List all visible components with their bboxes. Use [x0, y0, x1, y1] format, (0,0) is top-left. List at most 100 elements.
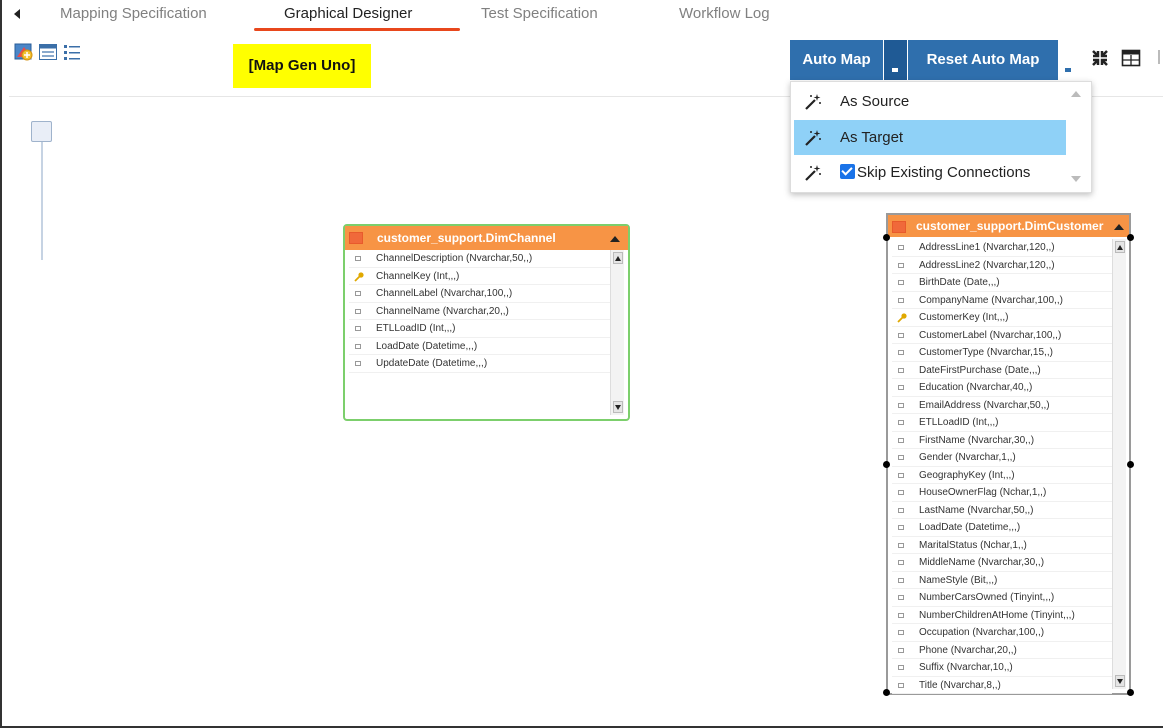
- table-column-row[interactable]: ChannelName (Nvarchar,20,,): [349, 303, 611, 320]
- column-icon: [898, 560, 904, 565]
- fit-to-screen-icon[interactable]: [1090, 48, 1110, 68]
- table-column-row[interactable]: AddressLine1 (Nvarchar,120,,): [892, 239, 1112, 257]
- table-column-row[interactable]: BirthDate (Date,,,): [892, 274, 1112, 292]
- table-name: customer_support.DimCustomer: [916, 219, 1104, 233]
- column-icon: [898, 472, 904, 478]
- reset-auto-map-button[interactable]: Reset Auto Map: [908, 40, 1058, 80]
- table-dimchannel[interactable]: customer_support.DimChannel ChannelDescr…: [343, 224, 630, 421]
- table-column-row[interactable]: Phone (Nvarchar,20,,): [892, 642, 1112, 659]
- table-column-row[interactable]: LastName (Nvarchar,50,,): [892, 502, 1112, 519]
- tab-graphical-designer[interactable]: Graphical Designer: [284, 5, 412, 22]
- table-scrollbar[interactable]: [610, 250, 624, 415]
- magic-wand-icon: [805, 165, 821, 181]
- table-column-row[interactable]: DateFirstPurchase (Date,,,): [892, 362, 1112, 379]
- scroll-down-icon[interactable]: [1115, 675, 1125, 687]
- menu-scroll-up-icon[interactable]: [1071, 91, 1081, 97]
- toolbar-separator: [1158, 50, 1160, 64]
- table-header[interactable]: customer_support.DimCustomer: [888, 215, 1129, 237]
- table-column-row[interactable]: LoadDate (Datetime,,,): [892, 519, 1112, 537]
- collapse-icon[interactable]: [1114, 224, 1124, 230]
- menu-item-as-source[interactable]: As Source: [794, 84, 1066, 119]
- resize-handle[interactable]: [883, 461, 890, 468]
- form-icon[interactable]: [38, 42, 58, 62]
- table-column-row[interactable]: Occupation (Nvarchar,100,,): [892, 624, 1112, 642]
- column-label: Phone (Nvarchar,20,,): [919, 644, 1017, 656]
- column-label: BirthDate (Date,,,): [919, 277, 1000, 288]
- resize-handle[interactable]: [883, 234, 890, 241]
- column-list: AddressLine1 (Nvarchar,120,,) AddressLine…: [892, 239, 1112, 694]
- table-column-row[interactable]: EmailAddress (Nvarchar,50,,): [892, 397, 1112, 414]
- table-column-row[interactable]: ChannelDescription (Nvarchar,50,,): [349, 250, 611, 268]
- column-label: NumberChildrenAtHome (Tinyint,,,): [919, 609, 1075, 621]
- column-label: CustomerType (Nvarchar,15,,): [919, 347, 1053, 358]
- resize-handle[interactable]: [883, 689, 890, 696]
- column-icon: [355, 308, 361, 314]
- table-column-row[interactable]: Title (Nvarchar,8,,): [892, 677, 1112, 694]
- column-label: Education (Nvarchar,40,,): [919, 382, 1033, 393]
- table-column-row[interactable]: NameStyle (Bit,,,): [892, 572, 1112, 589]
- menu-item-as-target[interactable]: As Target: [794, 120, 1066, 155]
- column-icon: [898, 420, 904, 425]
- scroll-up-icon[interactable]: [1115, 241, 1125, 253]
- table-column-row[interactable]: CompanyName (Nvarchar,100,,): [892, 292, 1112, 309]
- tab-mapping-specification[interactable]: Mapping Specification: [60, 5, 207, 22]
- table-column-row[interactable]: GeographyKey (Int,,,): [892, 467, 1112, 484]
- table-column-row[interactable]: AddressLine2 (Nvarchar,120,,): [892, 257, 1112, 274]
- column-icon: [898, 455, 904, 460]
- table-column-row[interactable]: UpdateDate (Datetime,,,): [349, 355, 611, 373]
- primary-key-icon: [897, 313, 907, 323]
- scroll-left-arrow-icon[interactable]: [14, 9, 20, 19]
- table-column-row[interactable]: ChannelKey (Int,,,): [349, 268, 611, 285]
- resize-handle[interactable]: [1127, 689, 1134, 696]
- resize-handle[interactable]: [1127, 234, 1134, 241]
- reset-auto-map-dropdown-toggle[interactable]: [1058, 40, 1079, 80]
- resize-handle[interactable]: [1127, 461, 1134, 468]
- menu-scroll-down-icon[interactable]: [1071, 176, 1081, 182]
- table-column-row[interactable]: MiddleName (Nvarchar,30,,): [892, 554, 1112, 572]
- zoom-slider-thumb[interactable]: [31, 121, 52, 142]
- column-icon: [898, 525, 904, 530]
- menu-item-skip-existing-connections[interactable]: Skip Existing Connections: [794, 155, 1066, 190]
- tab-workflow-log[interactable]: Workflow Log: [679, 5, 770, 22]
- scroll-down-icon[interactable]: [613, 401, 623, 413]
- table-column-row[interactable]: NumberChildrenAtHome (Tinyint,,,): [892, 607, 1112, 624]
- table-dimcustomer[interactable]: customer_support.DimCustomer AddressLine…: [886, 213, 1131, 695]
- list-icon[interactable]: [62, 42, 82, 62]
- auto-map-dropdown-menu: As Source As Target Skip Existing Connec…: [790, 81, 1092, 193]
- table-column-row[interactable]: FirstName (Nvarchar,30,,): [892, 432, 1112, 449]
- table-column-row[interactable]: HouseOwnerFlag (Nchar,1,,): [892, 484, 1112, 502]
- zoom-slider-track[interactable]: [41, 142, 43, 260]
- column-label: DateFirstPurchase (Date,,,): [919, 364, 1041, 376]
- collapse-icon[interactable]: [610, 236, 620, 242]
- skip-existing-checkbox[interactable]: [840, 164, 855, 179]
- table-column-row[interactable]: Education (Nvarchar,40,,): [892, 379, 1112, 397]
- table-column-row[interactable]: ChannelLabel (Nvarchar,100,,): [349, 285, 611, 303]
- column-label: LoadDate (Datetime,,,): [919, 522, 1021, 533]
- column-icon: [898, 682, 904, 688]
- scroll-up-icon[interactable]: [613, 252, 623, 264]
- table-column-row[interactable]: NumberCarsOwned (Tinyint,,,): [892, 589, 1112, 607]
- table-column-row[interactable]: CustomerKey (Int,,,): [892, 309, 1112, 327]
- table-column-row[interactable]: CustomerType (Nvarchar,15,,): [892, 344, 1112, 362]
- table-view-icon[interactable]: [1121, 48, 1141, 68]
- table-scrollbar[interactable]: [1112, 239, 1126, 689]
- column-label: GeographyKey (Int,,,): [919, 469, 1015, 481]
- table-name: customer_support.DimChannel: [377, 231, 556, 245]
- tab-test-specification[interactable]: Test Specification: [481, 5, 598, 22]
- table-column-row[interactable]: LoadDate (Datetime,,,): [349, 338, 611, 355]
- column-label: Gender (Nvarchar,1,,): [919, 452, 1016, 463]
- table-column-row[interactable]: MaritalStatus (Nchar,1,,): [892, 537, 1112, 554]
- table-column-row[interactable]: ETLLoadID (Int,,,): [892, 414, 1112, 432]
- table-header[interactable]: customer_support.DimChannel: [345, 226, 628, 250]
- table-column-row[interactable]: ETLLoadID (Int,,,): [349, 320, 611, 338]
- table-column-row[interactable]: Suffix (Nvarchar,10,,): [892, 659, 1112, 677]
- table-column-row[interactable]: Gender (Nvarchar,1,,): [892, 449, 1112, 467]
- table-column-row[interactable]: CustomerLabel (Nvarchar,100,,): [892, 327, 1112, 344]
- rainbow-window-icon[interactable]: [14, 42, 34, 62]
- column-label: CompanyName (Nvarchar,100,,): [919, 294, 1063, 306]
- column-icon: [898, 665, 904, 670]
- auto-map-button[interactable]: Auto Map: [790, 40, 883, 80]
- column-label: ChannelDescription (Nvarchar,50,,): [376, 253, 533, 264]
- auto-map-dropdown-toggle[interactable]: [884, 40, 907, 80]
- column-label: AddressLine1 (Nvarchar,120,,): [919, 242, 1055, 253]
